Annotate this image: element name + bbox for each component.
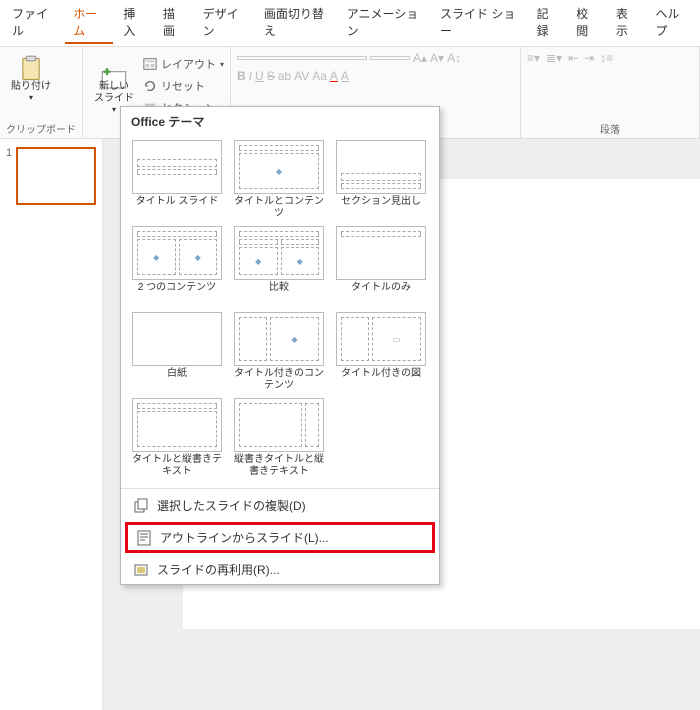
slide-thumb-1[interactable]: 1 <box>6 147 96 205</box>
new-slide-icon <box>100 55 128 79</box>
menu-slideshow[interactable]: スライド ショー <box>432 2 527 44</box>
decrease-font-icon[interactable]: A▾ <box>430 51 444 65</box>
paste-button[interactable]: 貼り付け ▾ <box>6 51 56 105</box>
layout-vertical-title-text[interactable]: 縦書きタイトルと縦書きテキスト <box>229 396 329 480</box>
duplicate-icon <box>133 498 149 514</box>
paste-label: 貼り付け <box>11 81 51 93</box>
numbering-icon[interactable]: ≣▾ <box>546 51 562 65</box>
layout-picture-caption[interactable]: ▭ タイトル付きの図 <box>331 310 431 394</box>
clear-format-icon[interactable]: A <box>341 69 349 83</box>
spacing-icon[interactable]: AV <box>294 69 309 83</box>
layout-button[interactable]: レイアウト▾ <box>143 55 224 73</box>
layout-comparison[interactable]: 比較 <box>229 224 329 308</box>
line-spacing-icon[interactable]: ↕≡ <box>600 51 613 65</box>
increase-font-icon[interactable]: A▴ <box>413 51 427 65</box>
menu-transition[interactable]: 画面切り替え <box>256 2 337 44</box>
dropdown-heading: Office テーマ <box>121 107 439 134</box>
outline-icon <box>136 530 152 546</box>
indent-right-icon[interactable]: ⇥ <box>584 51 594 65</box>
menu-draw[interactable]: 描画 <box>155 2 193 44</box>
ribbon-group-clipboard: 貼り付け ▾ クリップボード <box>0 47 83 138</box>
layout-title-vertical-text[interactable]: タイトルと縦書きテキスト <box>127 396 227 480</box>
indent-left-icon[interactable]: ⇤ <box>568 51 578 65</box>
italic-icon[interactable]: I <box>249 69 252 83</box>
menu-help[interactable]: ヘルプ <box>648 2 696 44</box>
menu-insert[interactable]: 挿入 <box>115 2 153 44</box>
bullets-icon[interactable]: ≡▾ <box>527 51 540 65</box>
clipboard-group-label: クリップボード <box>6 119 76 138</box>
layout-content-caption[interactable]: タイトル付きのコンテンツ <box>229 310 329 394</box>
bold-icon[interactable]: B <box>237 69 246 83</box>
new-slide-dropdown: Office テーマ タイトル スライド タイトルとコンテンツ セクション見出し… <box>120 106 440 585</box>
menu-home[interactable]: ホーム <box>65 2 113 44</box>
font-color-icon[interactable]: A <box>330 69 338 83</box>
layout-two-content[interactable]: 2 つのコンテンツ <box>127 224 227 308</box>
font-family-combo[interactable] <box>237 56 367 60</box>
ribbon-group-paragraph: ≡▾ ≣▾ ⇤ ⇥ ↕≡ 段落 <box>521 47 700 138</box>
new-slide-label: 新しい スライド <box>94 81 134 105</box>
shadow-icon[interactable]: ab <box>278 69 291 83</box>
reset-icon <box>143 79 157 93</box>
thumb-number: 1 <box>6 147 12 205</box>
menu-animation[interactable]: アニメーション <box>339 2 430 44</box>
layout-title-slide[interactable]: タイトル スライド <box>127 138 227 222</box>
layout-title-only[interactable]: タイトルのみ <box>331 224 431 308</box>
menu-view[interactable]: 表示 <box>608 2 646 44</box>
menubar: ファイル ホーム 挿入 描画 デザイン 画面切り替え アニメーション スライド … <box>0 0 700 47</box>
highlight-icon[interactable]: Aa <box>312 69 327 83</box>
font-size-combo[interactable] <box>370 56 410 60</box>
duplicate-slides-item[interactable]: 選択したスライドの複製(D) <box>121 491 439 520</box>
layout-icon <box>143 57 157 71</box>
layout-blank[interactable]: 白紙 <box>127 310 227 394</box>
reuse-icon <box>133 562 149 578</box>
layout-gallery: タイトル スライド タイトルとコンテンツ セクション見出し 2 つのコンテンツ … <box>121 134 439 486</box>
change-case-icon[interactable]: A↕ <box>447 51 461 65</box>
reset-button[interactable]: リセット <box>143 77 224 95</box>
layout-section-header[interactable]: セクション見出し <box>331 138 431 222</box>
thumb-preview <box>16 147 96 205</box>
reuse-slides-item[interactable]: スライドの再利用(R)... <box>121 555 439 584</box>
slide-thumbnail-pane[interactable]: 1 <box>0 139 103 710</box>
menu-file[interactable]: ファイル <box>4 2 63 44</box>
strike-icon[interactable]: S <box>267 69 275 83</box>
layout-title-content[interactable]: タイトルとコンテンツ <box>229 138 329 222</box>
menu-review[interactable]: 校閲 <box>568 2 606 44</box>
clipboard-icon <box>17 55 45 79</box>
paragraph-group-label: 段落 <box>527 119 693 138</box>
underline-icon[interactable]: U <box>255 69 264 83</box>
menu-design[interactable]: デザイン <box>195 2 254 44</box>
slides-from-outline-item[interactable]: アウトラインからスライド(L)... <box>128 525 432 550</box>
outline-highlight: アウトラインからスライド(L)... <box>125 522 435 553</box>
menu-record[interactable]: 記録 <box>529 2 567 44</box>
